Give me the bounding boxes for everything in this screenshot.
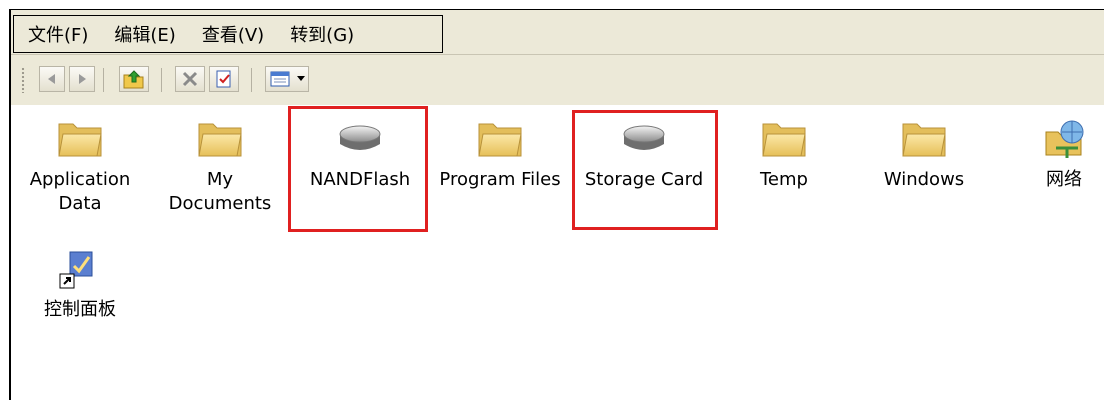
item-control-panel[interactable]: 控制面板 bbox=[10, 248, 150, 322]
up-folder-icon bbox=[123, 70, 144, 89]
item-label-line2: Documents bbox=[168, 193, 272, 214]
menu-view[interactable]: 查看(V) bbox=[202, 21, 264, 47]
toolbar-separator bbox=[103, 68, 104, 92]
item-label: Windows bbox=[883, 169, 965, 190]
forward-button[interactable] bbox=[69, 66, 95, 92]
delete-icon bbox=[182, 71, 198, 87]
item-label: Application bbox=[29, 169, 131, 190]
folder-icon bbox=[198, 123, 242, 157]
item-label-line2: Data bbox=[58, 193, 102, 214]
properties-icon bbox=[216, 70, 231, 88]
highlight-box-storage-card bbox=[572, 110, 718, 230]
item-my-documents[interactable]: My Documents bbox=[150, 118, 290, 216]
toolbar-separator bbox=[161, 68, 162, 92]
menu-bar: 文件(F) 编辑(E) 查看(V) 转到(G) bbox=[11, 10, 1104, 55]
control-panel-shortcut-icon bbox=[59, 251, 93, 289]
item-label: My bbox=[206, 169, 234, 190]
item-program-files[interactable]: Program Files bbox=[430, 118, 570, 192]
item-label: Program Files bbox=[439, 169, 561, 190]
view-mode-icon bbox=[270, 71, 289, 87]
dropdown-arrow-icon bbox=[296, 76, 305, 81]
item-windows[interactable]: Windows bbox=[854, 118, 994, 192]
menu-edit[interactable]: 编辑(E) bbox=[114, 21, 175, 47]
item-application-data[interactable]: Application Data bbox=[10, 118, 150, 216]
properties-button[interactable] bbox=[209, 66, 239, 92]
item-label: Temp bbox=[760, 169, 808, 190]
item-network[interactable]: 网络 bbox=[994, 118, 1104, 192]
delete-button[interactable] bbox=[175, 66, 205, 92]
folder-icon bbox=[58, 123, 102, 157]
item-temp[interactable]: Temp bbox=[714, 118, 854, 192]
toolbar-grip[interactable] bbox=[21, 67, 25, 93]
up-folder-button[interactable] bbox=[119, 66, 149, 92]
menu-file[interactable]: 文件(F) bbox=[28, 21, 88, 47]
item-label: 控制面板 bbox=[44, 299, 116, 320]
view-mode-button[interactable] bbox=[265, 66, 309, 92]
back-button[interactable] bbox=[39, 66, 65, 92]
toolbar bbox=[11, 55, 1104, 105]
toolbar-separator bbox=[251, 68, 252, 92]
forward-icon bbox=[79, 74, 86, 84]
menu-goto[interactable]: 转到(G) bbox=[290, 21, 354, 47]
item-label: 网络 bbox=[1046, 169, 1082, 190]
highlight-box-nandflash bbox=[288, 106, 428, 232]
folder-icon bbox=[902, 123, 946, 157]
folder-icon bbox=[478, 123, 522, 157]
back-icon bbox=[48, 74, 55, 84]
network-icon bbox=[1045, 120, 1084, 158]
folder-icon bbox=[762, 123, 806, 157]
menu-bar-items: 文件(F) 编辑(E) 查看(V) 转到(G) bbox=[13, 15, 443, 53]
